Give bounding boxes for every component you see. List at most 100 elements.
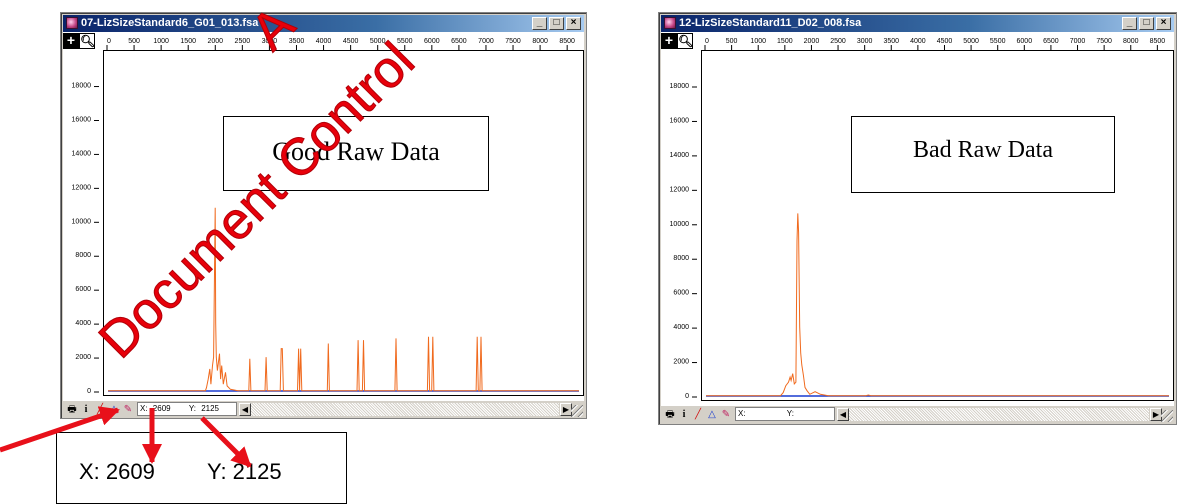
y-tick-label: 8000 — [75, 252, 91, 259]
x-tick-label: 4500 — [937, 38, 953, 45]
signal-trace — [706, 213, 1169, 397]
scroll-left-button[interactable]: ◀ — [239, 403, 251, 416]
y-label: Y: — [786, 409, 794, 418]
x-tick-label: 1000 — [750, 38, 766, 45]
status-bar: 🖶︎ i ╱ △ ✎ X: 2609 Y: 2125 ◀ ▶ — [63, 401, 584, 418]
maximize-button[interactable]: □ — [549, 17, 564, 30]
y-tick-label: 16000 — [670, 117, 690, 124]
x-tick-label: 1000 — [153, 38, 169, 45]
x-tick-label: 5500 — [990, 38, 1006, 45]
minimize-button[interactable]: _ — [1122, 17, 1137, 30]
callout-text: Bad Raw Data — [913, 137, 1053, 163]
electropherogram-plot: Bad Raw Data — [701, 50, 1174, 401]
x-label: X: — [738, 409, 746, 418]
y-tick-label: 8000 — [673, 255, 689, 262]
zoom-tool-icon[interactable]: 🔍︎ — [79, 33, 95, 49]
y-axis: 0200040006000800010000120001400016000180… — [670, 83, 697, 400]
x-tick-label: 2500 — [235, 38, 251, 45]
window-title: 12-LizSizeStandard11_D02_008.fsa — [679, 17, 862, 29]
x-value: 2609 — [152, 404, 171, 413]
toolbar: + 🔍︎ 0 500 1000 1500 2000 2500 3000 3500 4000 450… — [63, 32, 584, 50]
y-tick-label: 14000 — [72, 150, 92, 157]
horizontal-scrollbar[interactable] — [251, 403, 559, 416]
app-icon — [664, 17, 676, 29]
y-tick-label: 18000 — [72, 83, 92, 90]
color-icon[interactable]: ✎ — [121, 403, 135, 416]
y-tick-label: 12000 — [72, 184, 92, 191]
curve-icon[interactable]: ╱ — [93, 403, 107, 416]
coordinate-readout: X: 2609 Y: 2125 — [137, 402, 237, 416]
minimize-button[interactable]: _ — [532, 17, 547, 30]
x-tick-label: 3500 — [883, 38, 899, 45]
x-tick-label: 8000 — [532, 38, 548, 45]
x-tick-label: 4000 — [910, 38, 926, 45]
y-tick-label: 2000 — [673, 359, 689, 366]
plot-canvas — [706, 213, 1169, 397]
y-tick-label: 12000 — [670, 186, 690, 193]
peaks-icon[interactable]: △ — [705, 408, 719, 421]
x-tick-label: 500 — [128, 38, 140, 45]
y-value: 2125 — [201, 404, 219, 413]
status-bar: 🖶︎ i ╱ △ ✎ X: Y: ◀ ▶ — [661, 406, 1174, 423]
annotation-x-text: X: 2609 — [79, 459, 155, 484]
maximize-button[interactable]: □ — [1139, 17, 1154, 30]
x-tick-label: 8500 — [1150, 38, 1166, 45]
y-tick-label: 2000 — [75, 354, 91, 361]
y-tick-label: 4000 — [673, 324, 689, 331]
x-tick-label: 2000 — [804, 38, 820, 45]
curve-icon[interactable]: ╱ — [691, 408, 705, 421]
x-tick-label: 4000 — [316, 38, 332, 45]
y-tick-label: 0 — [87, 388, 91, 395]
window-titlebar[interactable]: 12-LizSizeStandard11_D02_008.fsa _ □ × — [661, 15, 1174, 32]
close-button[interactable]: × — [1156, 17, 1171, 30]
x-tick-label: 7500 — [505, 38, 521, 45]
bad-raw-data-callout: Bad Raw Data — [851, 116, 1115, 193]
y-tick-label: 0 — [685, 393, 689, 400]
window-titlebar[interactable]: 07-LizSizeStandard6_G01_013.fsa _ □ × — [63, 15, 584, 32]
x-tick-label: 0 — [705, 38, 709, 45]
x-tick-label: 1500 — [777, 38, 793, 45]
toolbar: + 🔍︎ 0 500 1000 1500 2000 2500 3000 3500 4000 450… — [661, 32, 1174, 50]
x-tick-label: 7000 — [1070, 38, 1086, 45]
crosshair-tool-icon[interactable]: + — [661, 33, 677, 49]
x-tick-label: 7000 — [478, 38, 494, 45]
x-tick-label: 6500 — [451, 38, 467, 45]
peaks-icon[interactable]: △ — [107, 403, 121, 416]
close-button[interactable]: × — [566, 17, 581, 30]
print-icon[interactable]: 🖶︎ — [65, 403, 79, 416]
print-icon[interactable]: 🖶︎ — [663, 408, 677, 421]
x-tick-label: 500 — [726, 38, 738, 45]
zoom-tool-icon[interactable]: 🔍︎ — [677, 33, 693, 49]
resize-grip[interactable] — [1161, 410, 1173, 422]
coordinate-readout: X: Y: — [735, 407, 835, 421]
x-tick-label: 5000 — [963, 38, 979, 45]
coordinate-annotation-box: X: 2609 Y: 2125 — [56, 432, 347, 504]
x-label: X: — [140, 404, 148, 413]
scroll-left-button[interactable]: ◀ — [837, 408, 849, 421]
info-icon[interactable]: i — [677, 408, 691, 421]
y-tick-label: 6000 — [673, 290, 689, 297]
info-icon[interactable]: i — [79, 403, 93, 416]
x-tick-label: 3000 — [857, 38, 873, 45]
x-tick-label: 0 — [107, 38, 111, 45]
window-title: 07-LizSizeStandard6_G01_013.fsa — [81, 17, 259, 29]
y-axis: 0200040006000800010000120001400016000180… — [72, 83, 99, 395]
x-tick-label: 8500 — [559, 38, 575, 45]
x-tick-label: 6000 — [424, 38, 440, 45]
y-tick-label: 10000 — [72, 218, 92, 225]
x-tick-label: 6000 — [1017, 38, 1033, 45]
x-tick-label: 7500 — [1096, 38, 1112, 45]
resize-grip[interactable] — [571, 405, 583, 417]
x-tick-label: 4500 — [343, 38, 359, 45]
crosshair-tool-icon[interactable]: + — [63, 33, 79, 49]
y-tick-label: 16000 — [72, 116, 92, 123]
color-icon[interactable]: ✎ — [719, 408, 733, 421]
x-axis-ruler: 0 500 1000 1500 2000 2500 3000 3500 4000 4500 5000… — [106, 38, 575, 50]
app-icon — [66, 17, 78, 29]
plot-pane: 0 2000 4000 6000 8000 10000 12000 14000 16000 180… — [661, 50, 1174, 406]
y-tick-label: 14000 — [670, 152, 690, 159]
horizontal-scrollbar[interactable] — [849, 408, 1149, 421]
x-tick-label: 1500 — [180, 38, 196, 45]
x-axis-ruler: 0 500 1000 1500 2000 2500 3000 3500 4000 4500 5000… — [704, 38, 1166, 50]
x-tick-label: 8000 — [1123, 38, 1139, 45]
